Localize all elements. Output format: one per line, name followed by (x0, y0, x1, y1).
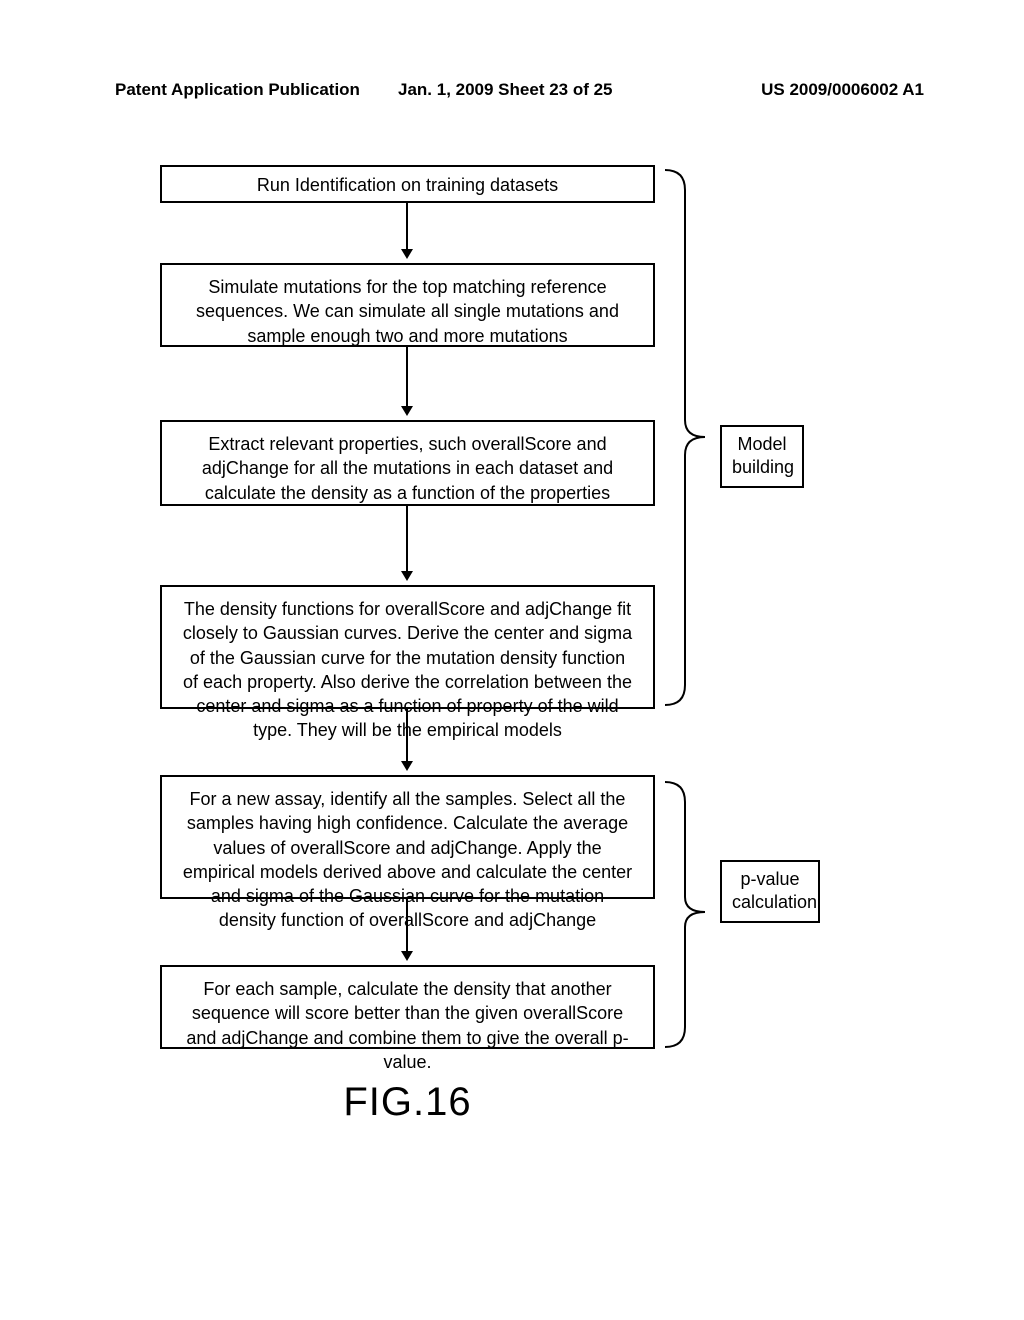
brace-model-building-icon (660, 165, 720, 710)
label-pvalue-line2: calculation (732, 892, 817, 912)
header-publication-type: Patent Application Publication (115, 80, 378, 100)
label-model-building-line1: Model (737, 434, 786, 454)
header-doc-number: US 2009/0006002 A1 (661, 80, 924, 100)
header-date-sheet: Jan. 1, 2009 Sheet 23 of 25 (378, 80, 661, 100)
step-new-assay: For a new assay, identify all the sample… (160, 775, 655, 899)
label-model-building-line2: building (732, 457, 794, 477)
step-run-identification: Run Identification on training datasets (160, 165, 655, 203)
label-model-building: Model building (720, 425, 804, 488)
figure-number: FIG.16 (160, 1080, 655, 1125)
arrow-down-icon (406, 506, 408, 579)
arrow-down-icon (406, 899, 408, 959)
label-pvalue-line1: p-value (740, 869, 799, 889)
arrow-down-icon (406, 203, 408, 257)
document-header: Patent Application Publication Jan. 1, 2… (0, 0, 1024, 120)
arrow-down-icon (406, 709, 408, 769)
step-calculate-density: For each sample, calculate the density t… (160, 965, 655, 1049)
arrow-down-icon (406, 347, 408, 414)
step-extract-properties: Extract relevant properties, such overal… (160, 420, 655, 506)
step-simulate-mutations: Simulate mutations for the top matching … (160, 263, 655, 347)
label-pvalue-calculation: p-value calculation (720, 860, 820, 923)
step-density-functions: The density functions for overallScore a… (160, 585, 655, 709)
brace-pvalue-icon (660, 777, 720, 1052)
